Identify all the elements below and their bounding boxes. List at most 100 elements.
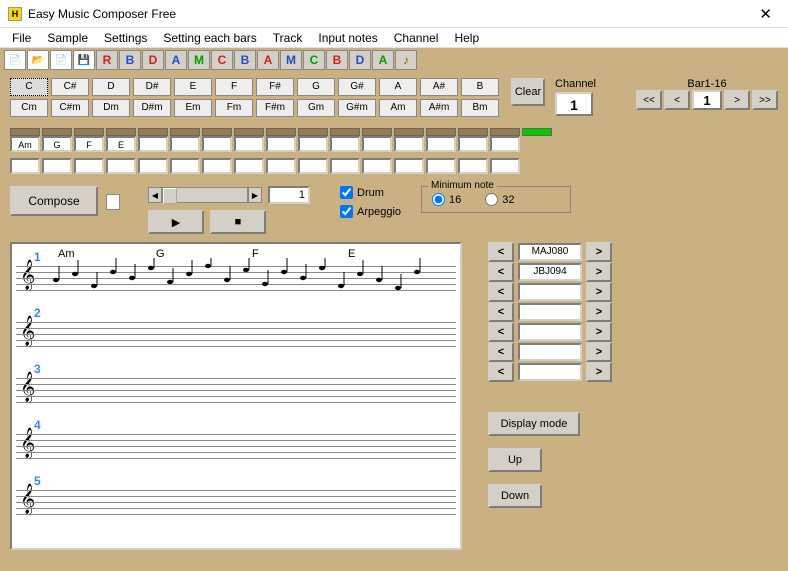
menu-input-notes[interactable]: Input notes [310,29,385,47]
chord-Gm[interactable]: Gm [297,99,335,117]
slot-extra-2[interactable] [74,158,104,174]
toolbar-letter-3[interactable]: A [165,50,187,70]
slot-chord-13[interactable] [426,136,456,152]
pattern-next-button[interactable]: > [586,362,612,382]
slot-chord-9[interactable] [298,136,328,152]
toolbar-letter-5[interactable]: C [211,50,233,70]
chord-Csharp[interactable]: C# [51,78,89,96]
slot-chord-6[interactable] [202,136,232,152]
pattern-next-button[interactable]: > [586,302,612,322]
menu-sample[interactable]: Sample [39,29,96,47]
slot-chord-3[interactable]: E [106,136,136,152]
slot-tab-5[interactable] [170,128,200,136]
up-button[interactable]: Up [488,448,542,472]
chord-F[interactable]: F [215,78,253,96]
slot-tab-15[interactable] [490,128,520,136]
slot-tab-11[interactable] [362,128,392,136]
min-16-radio[interactable]: 16 [432,193,461,206]
slot-extra-15[interactable] [490,158,520,174]
color-swatch[interactable] [106,194,120,210]
close-icon[interactable]: ✕ [751,5,780,23]
chord-Asharpm[interactable]: A#m [420,99,458,117]
toolbar-letter-8[interactable]: M [280,50,302,70]
toolbar-letter-10[interactable]: B [326,50,348,70]
pattern-prev-button[interactable]: < [488,362,514,382]
pattern-next-button[interactable]: > [586,322,612,342]
compose-button[interactable]: Compose [10,186,98,216]
chord-Fsharpm[interactable]: F#m [256,99,294,117]
slot-extra-11[interactable] [362,158,392,174]
bar-next-button[interactable]: > [724,90,750,110]
chord-Dsharpm[interactable]: D#m [133,99,171,117]
slot-tab-9[interactable] [298,128,328,136]
pattern-input-5[interactable] [518,343,582,361]
slot-tab-end[interactable] [522,128,552,136]
slot-extra-14[interactable] [458,158,488,174]
spin-left-button[interactable]: ◀ [148,187,162,203]
pattern-next-button[interactable]: > [586,282,612,302]
slot-extra-3[interactable] [106,158,136,174]
pattern-input-0[interactable]: MAJ080 [518,243,582,261]
chord-A[interactable]: A [379,78,417,96]
slot-chord-8[interactable] [266,136,296,152]
pattern-input-6[interactable] [518,363,582,381]
bar-current[interactable]: 1 [692,90,722,110]
slot-chord-5[interactable] [170,136,200,152]
slot-extra-12[interactable] [394,158,424,174]
save-icon[interactable]: 💾 [73,50,95,70]
chord-Gsharpm[interactable]: G#m [338,99,376,117]
chord-D[interactable]: D [92,78,130,96]
slot-chord-14[interactable] [458,136,488,152]
slot-chord-10[interactable] [330,136,360,152]
chord-Am[interactable]: Am [379,99,417,117]
menu-settings[interactable]: Settings [96,29,155,47]
toolbar-letter-0[interactable]: R [96,50,118,70]
open-icon[interactable]: 📂 [27,50,49,70]
toolbar-letter-13[interactable]: ♪ [395,50,417,70]
display-mode-button[interactable]: Display mode [488,412,580,436]
chord-Em[interactable]: Em [174,99,212,117]
menu-help[interactable]: Help [446,29,487,47]
pattern-input-1[interactable]: JBJ094 [518,263,582,281]
slot-chord-11[interactable] [362,136,392,152]
slot-chord-12[interactable] [394,136,424,152]
bar-last-button[interactable]: >> [752,90,778,110]
slot-extra-1[interactable] [42,158,72,174]
spin-right-button[interactable]: ▶ [248,187,262,203]
toolbar-letter-4[interactable]: M [188,50,210,70]
pattern-prev-button[interactable]: < [488,342,514,362]
chord-Fm[interactable]: Fm [215,99,253,117]
chord-B[interactable]: B [461,78,499,96]
pattern-next-button[interactable]: > [586,342,612,362]
chord-E[interactable]: E [174,78,212,96]
slot-chord-7[interactable] [234,136,264,152]
arpeggio-check[interactable]: Arpeggio [340,205,401,218]
slot-extra-9[interactable] [298,158,328,174]
slot-extra-4[interactable] [138,158,168,174]
clear-button[interactable]: Clear [511,78,545,106]
slot-tab-0[interactable] [10,128,40,136]
min-32-radio[interactable]: 32 [485,193,514,206]
pattern-next-button[interactable]: > [586,262,612,282]
slot-tab-13[interactable] [426,128,456,136]
stop-button[interactable]: ■ [210,210,266,234]
menu-setting-each-bars[interactable]: Setting each bars [155,29,264,47]
slot-chord-0[interactable]: Am [10,136,40,152]
pattern-next-button[interactable]: > [586,242,612,262]
chord-G[interactable]: G [297,78,335,96]
play-button[interactable]: ▶ [148,210,204,234]
slot-tab-6[interactable] [202,128,232,136]
slot-chord-1[interactable]: G [42,136,72,152]
menu-file[interactable]: File [4,29,39,47]
slot-extra-6[interactable] [202,158,232,174]
slot-extra-13[interactable] [426,158,456,174]
slot-tab-4[interactable] [138,128,168,136]
doc-icon[interactable]: 📄 [50,50,72,70]
slot-tab-3[interactable] [106,128,136,136]
slot-chord-4[interactable] [138,136,168,152]
pattern-prev-button[interactable]: < [488,322,514,342]
chord-Asharp[interactable]: A# [420,78,458,96]
pattern-input-4[interactable] [518,323,582,341]
slot-extra-7[interactable] [234,158,264,174]
toolbar-letter-9[interactable]: C [303,50,325,70]
